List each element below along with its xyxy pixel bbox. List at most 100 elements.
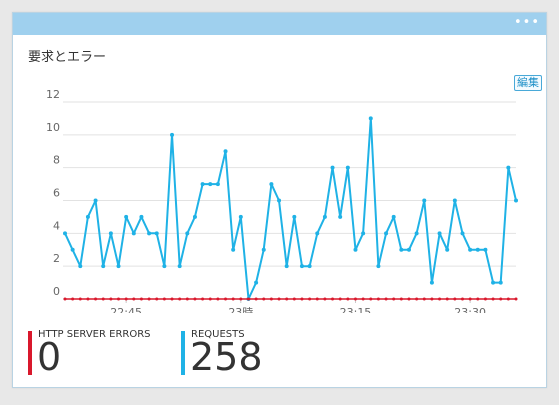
http-server-errors-point (353, 297, 357, 301)
http-server-errors-point (71, 297, 75, 301)
y-tick-label: 2 (53, 252, 60, 265)
http-server-errors-point (277, 297, 281, 301)
requests-point (200, 182, 205, 187)
errors-metric-value: 0 (37, 335, 62, 379)
requests-point (376, 264, 381, 269)
requests-point (147, 231, 152, 236)
requests-point (108, 231, 113, 236)
http-server-errors-point (399, 297, 403, 301)
requests-point (445, 247, 450, 252)
requests-point (284, 264, 289, 269)
y-tick-label: 12 (46, 88, 60, 101)
http-server-errors-point (338, 297, 342, 301)
http-server-errors-point (445, 297, 449, 301)
requests-point (429, 280, 434, 285)
http-server-errors-point (193, 297, 197, 301)
http-server-errors-point (369, 297, 373, 301)
http-server-errors-point (506, 297, 510, 301)
http-server-errors-point (285, 297, 289, 301)
http-server-errors-point (491, 297, 495, 301)
http-server-errors-point (201, 297, 205, 301)
http-server-errors-point (208, 297, 212, 301)
http-server-errors-point (499, 297, 503, 301)
http-server-errors-point (292, 297, 296, 301)
requests-point (491, 280, 496, 285)
http-server-errors-point (239, 297, 243, 301)
requests-point (162, 264, 167, 269)
requests-point (361, 231, 366, 236)
http-server-errors-point (124, 297, 128, 301)
http-server-errors-point (101, 297, 105, 301)
requests-point (498, 280, 503, 285)
requests-point (475, 247, 480, 252)
http-server-errors-point (460, 297, 464, 301)
y-tick-label: 0 (53, 285, 60, 298)
requests-point (238, 214, 243, 219)
requests-point (345, 165, 350, 170)
http-server-errors-point (162, 297, 166, 301)
requests-point (177, 264, 182, 269)
http-server-errors-point (178, 297, 182, 301)
requests-point (208, 182, 213, 187)
http-server-errors-point (407, 297, 411, 301)
requests-metric-value: 258 (190, 335, 263, 379)
http-server-errors-point (109, 297, 113, 301)
requests-point (101, 264, 106, 269)
y-tick-label: 4 (53, 219, 60, 232)
requests-point (70, 247, 75, 252)
requests-point (514, 198, 518, 203)
http-server-errors-point (216, 297, 220, 301)
http-server-errors-point (139, 297, 143, 301)
http-server-errors-point (117, 297, 121, 301)
requests-point (322, 214, 327, 219)
requests-point (277, 198, 282, 203)
requests-point (261, 247, 266, 252)
http-server-errors-point (376, 297, 380, 301)
requests-point (307, 264, 312, 269)
http-server-errors-point (438, 297, 442, 301)
requests-point (437, 231, 442, 236)
http-server-errors-point (514, 297, 518, 301)
http-server-errors-point (132, 297, 136, 301)
requests-color-bar (181, 331, 185, 375)
x-tick-label: 23:15 (340, 306, 372, 313)
requests-point (422, 198, 427, 203)
requests-point (330, 165, 335, 170)
requests-point (483, 247, 488, 252)
http-server-errors-point (78, 297, 82, 301)
requests-point (231, 247, 236, 252)
http-server-errors-point (254, 297, 258, 301)
http-server-errors-point (231, 297, 235, 301)
y-tick-label: 10 (46, 121, 60, 134)
y-tick-label: 6 (53, 187, 60, 200)
http-server-errors-point (453, 297, 457, 301)
requests-point (315, 231, 320, 236)
requests-point (338, 214, 343, 219)
http-server-errors-point (63, 297, 67, 301)
requests-errors-tile[interactable]: ••• 要求とエラー 編集 0 2 4 6 8 10 12 22:45 23時 23:15 23:3… (12, 12, 547, 388)
requests-point (269, 182, 274, 187)
requests-point (452, 198, 457, 203)
http-server-errors-point (269, 297, 273, 301)
http-server-errors-point (468, 297, 472, 301)
http-server-errors-point (155, 297, 159, 301)
http-server-errors-point (361, 297, 365, 301)
http-server-errors-point (300, 297, 304, 301)
requests-point (468, 247, 473, 252)
http-server-errors-point (422, 297, 426, 301)
requests-point (353, 247, 358, 252)
http-server-errors-point (94, 297, 98, 301)
requests-point (124, 214, 129, 219)
http-server-errors-point (224, 297, 228, 301)
requests-point (506, 165, 511, 170)
http-server-errors-point (262, 297, 266, 301)
requests-point (139, 214, 144, 219)
http-server-errors-point (430, 297, 434, 301)
http-server-errors-point (384, 297, 388, 301)
requests-point (391, 214, 396, 219)
http-server-errors-point (483, 297, 487, 301)
http-server-errors-point (185, 297, 189, 301)
x-tick-label: 23:30 (454, 306, 486, 313)
requests-point (63, 231, 67, 236)
requests-point (254, 280, 259, 285)
